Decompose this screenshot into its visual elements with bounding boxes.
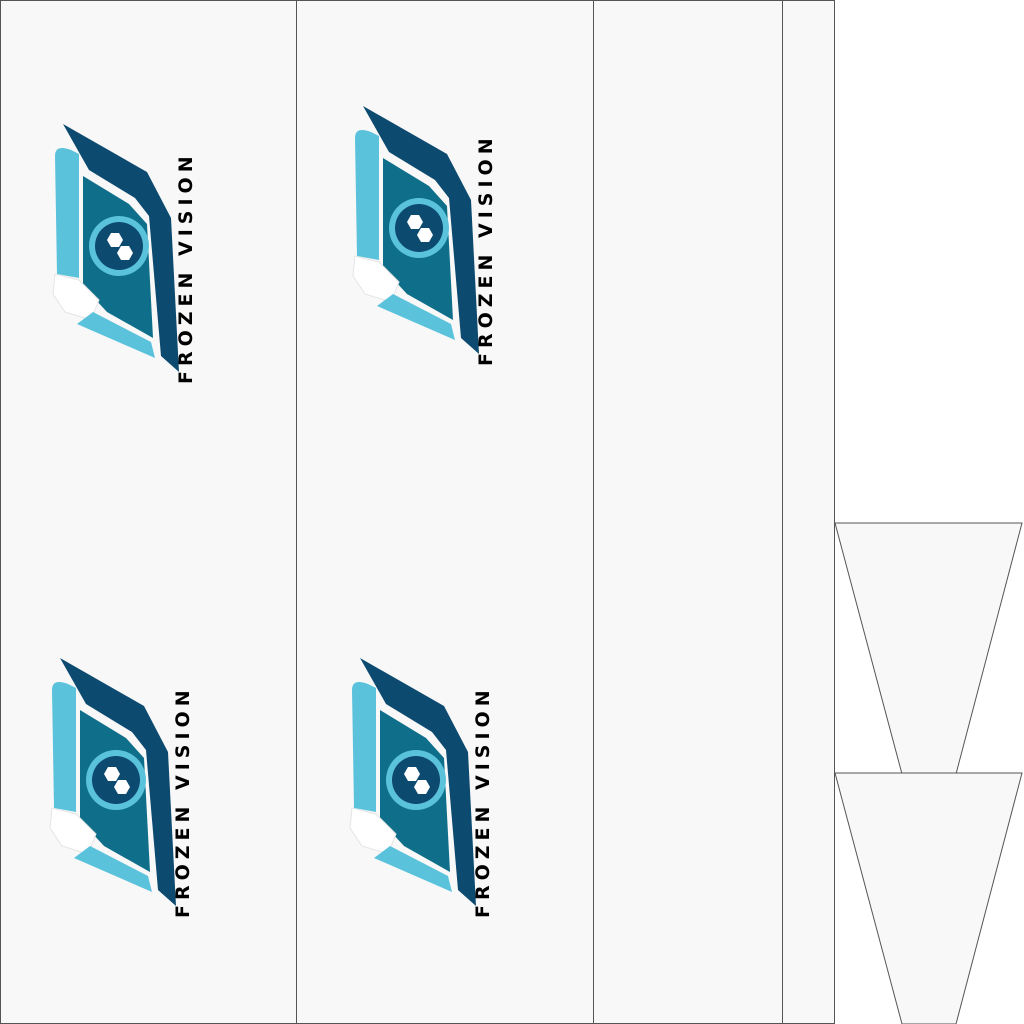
logo-block: FROZEN VISION [349, 88, 509, 388]
pennant-flags [834, 520, 1024, 1024]
logo-block: FROZEN VISION [49, 106, 209, 406]
brand-wordmark: FROZEN VISION [175, 151, 197, 384]
brand-wordmark: FROZEN VISION [472, 685, 494, 918]
panel-3 [593, 0, 783, 1024]
pennant-flag-1 [834, 522, 1023, 775]
logo-block: FROZEN VISION [346, 640, 506, 940]
brand-wordmark: FROZEN VISION [475, 133, 497, 366]
frozen-vision-logo-icon [49, 658, 176, 906]
brand-wordmark: FROZEN VISION [172, 685, 194, 918]
print-layout-canvas: FROZEN VISION FROZEN VISION FROZEN VISIO… [0, 0, 1024, 1024]
pennant-flag-2 [834, 772, 1023, 1024]
frozen-vision-logo-icon [349, 658, 476, 906]
frozen-vision-logo-icon [52, 124, 179, 372]
panel-4 [782, 0, 835, 1024]
frozen-vision-logo-icon [352, 106, 479, 354]
pennant-flags-drawing [834, 522, 1023, 1024]
logo-block: FROZEN VISION [46, 640, 206, 940]
